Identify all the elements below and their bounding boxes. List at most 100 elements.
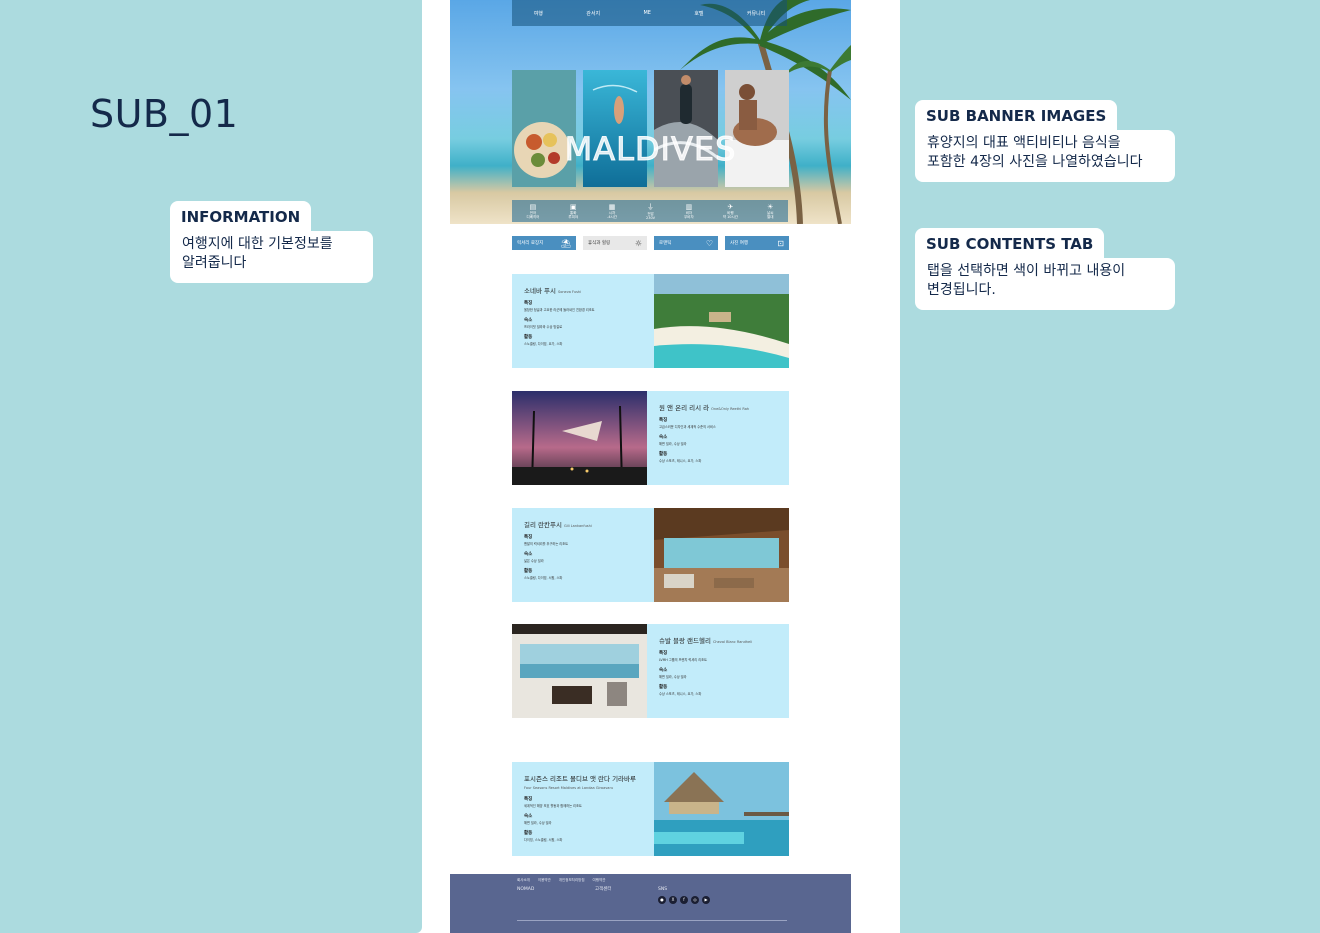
note-title: SUB BANNER IMAGES xyxy=(915,100,1118,130)
tab-label: 휴식과 힐링 xyxy=(588,241,611,246)
card-desc: 고급스러운 디자인과 세계적 수준의 서비스 xyxy=(659,425,716,429)
nav-item[interactable]: 호텔 xyxy=(694,10,703,17)
information-note: INFORMATION 여행지에 대한 기본정보를 알려줍니다 xyxy=(170,201,373,283)
tab-healing[interactable]: 휴식과 힐링 ☼ xyxy=(583,236,647,250)
hero-title: MALDIVES xyxy=(564,130,737,169)
x-icon[interactable]: X xyxy=(669,896,677,905)
card-label: 특징 xyxy=(524,797,533,802)
travel-info-bar: ▤ 언어 디베히어 ▣ 통화 루피야 ▦ 시차 -4시간 ⏚ 전압 230V ▥… xyxy=(512,200,788,222)
plane-icon: ✈ xyxy=(727,202,734,211)
note-title: SUB CONTENTS TAB xyxy=(915,228,1105,258)
footer-social: SNS ● X f ◎ ▶ xyxy=(658,886,710,905)
info-item-voltage: ⏚ 전압 230V xyxy=(646,202,655,220)
tab-label: 럭셔리 료장지 xyxy=(517,241,544,246)
card-desc: 스노클링, 다이빙, 요가, 스파 xyxy=(524,342,563,347)
footer-contact-title: 고객센터 xyxy=(595,887,612,892)
card-desc: LVMH 그룹의 프렌치 럭셔리 리조트 xyxy=(659,658,707,662)
card-label: 활동 xyxy=(524,335,533,341)
info-value: 무비자 xyxy=(684,215,694,219)
card-desc: 넓은 수상 빌라 xyxy=(524,559,544,564)
card-label: 활동 xyxy=(524,569,533,575)
footer-brand: NOMAD xyxy=(517,886,534,895)
info-value: 약 10시간 xyxy=(722,215,738,219)
tab-label: 로맨틱 xyxy=(659,241,672,246)
footer-divider xyxy=(517,920,787,923)
footer-link[interactable]: 회사소개 xyxy=(517,878,530,883)
instagram-icon[interactable]: ◎ xyxy=(691,896,699,905)
resort-photo xyxy=(654,762,789,856)
card-desc: 해변 빌라, 수상 빌라 xyxy=(524,821,552,826)
footer-links: 회사소개 이용약관 개인정보처리방침 여행약관 xyxy=(517,878,605,883)
resort-card[interactable]: 소네바 푸시 Soneva Fushi 특징 울창한 정글과 고요한 라군에 둘러… xyxy=(512,274,789,368)
calendar-icon: ▦ xyxy=(608,202,616,211)
nav-item[interactable]: 여행 xyxy=(534,10,543,17)
card-text: 길리 란칸푸시 Gili Lankanfushi 특징 맨발의 럭셔리를 추구하는… xyxy=(512,508,654,602)
resort-photo xyxy=(654,508,789,602)
tab-romantic[interactable]: 로맨틱 ♡ xyxy=(654,236,718,250)
swimming-photo xyxy=(583,70,647,187)
card-label: 활동 xyxy=(524,831,533,837)
note-body: 휴양지의 대표 액티비티나 음식을 포함한 4장의 사진을 나열하였습니다 xyxy=(915,130,1175,182)
info-item-weather: ☀ 날씨 열대 xyxy=(767,203,773,219)
footer-link[interactable]: 개인정보처리방침 xyxy=(559,878,585,883)
contents-tabs: 럭셔리 료장지 ⛱ 휴식과 힐링 ☼ 로맨틱 ♡ 사진 여행 ⊡ xyxy=(512,236,789,250)
info-item-language: ▤ 언어 디베히어 xyxy=(527,203,540,219)
sun-icon: ☀ xyxy=(767,202,774,211)
footer-brand-name: NOMAD xyxy=(517,887,535,892)
nav-item[interactable]: 관서지 xyxy=(586,10,600,17)
plug-icon: ⏚ xyxy=(647,202,655,211)
page-title: SUB_01 xyxy=(90,92,239,136)
resort-card[interactable]: 슈발 블랑 랜드헬리 Cheval Blanc Randheli 특징 LVMH … xyxy=(512,624,789,718)
card-desc: 프라이빗 빌라와 수상 방갈로 xyxy=(524,325,563,330)
resort-photo xyxy=(512,624,647,718)
card-text: 포시즌스 리조트 몰디브 앳 란다 기라바루 Four Seasons Resor… xyxy=(512,762,654,856)
sun-icon: ☼ xyxy=(634,238,642,248)
info-item-visa: ▥ 비자 무비자 xyxy=(684,203,694,219)
youtube-icon[interactable]: ▶ xyxy=(702,896,710,905)
card-title: 소네바 푸시 Soneva Fushi xyxy=(524,287,582,295)
footer-social-title: SNS xyxy=(658,887,668,892)
resort-photo xyxy=(512,391,647,485)
card-desc: 수상 스포츠, 테니스, 요가, 스파 xyxy=(659,459,702,464)
footer-contact: 고객센터 xyxy=(595,886,612,895)
tab-photo[interactable]: 사진 여행 ⊡ xyxy=(725,236,789,250)
surfing-photo xyxy=(654,70,718,187)
card-title: 원 앤 온리 리시 라 One&Only Reethi Rah xyxy=(659,404,750,412)
card-label: 활동 xyxy=(659,452,668,458)
logo[interactable]: ME xyxy=(643,10,650,16)
facebook-icon[interactable]: f xyxy=(680,896,688,905)
card-label: 특징 xyxy=(524,535,533,540)
footer-link[interactable]: 여행약관 xyxy=(593,878,606,883)
note-title: INFORMATION xyxy=(170,201,312,231)
resort-card[interactable]: 포시즌스 리조트 몰디브 앳 란다 기라바루 Four Seasons Resor… xyxy=(512,762,789,856)
massage-photo xyxy=(725,70,789,187)
card-label: 숙소 xyxy=(524,318,533,324)
passport-icon: ▥ xyxy=(685,202,693,211)
tab-label: 사진 여행 xyxy=(730,241,748,246)
tab-luxury[interactable]: 럭셔리 료장지 ⛱ xyxy=(512,236,576,250)
info-item-currency: ▣ 통화 루피야 xyxy=(568,203,578,219)
footer-link[interactable]: 이용약관 xyxy=(538,878,551,883)
top-nav: 여행 관서지 ME 호텔 커뮤니티 xyxy=(512,0,787,26)
card-desc: 울창한 정글과 고요한 라군에 둘러싸인 친환경 리조트 xyxy=(524,308,595,312)
nav-item[interactable]: 커뮤니티 xyxy=(747,10,765,17)
card-desc: 맨발의 럭셔리를 추구하는 리조트 xyxy=(524,542,569,546)
info-item-time: ▦ 시차 -4시간 xyxy=(607,203,617,219)
info-item-flight: ✈ 비행 약 10시간 xyxy=(723,203,738,219)
card-desc: 수상 스포츠, 테니스, 요가, 스파 xyxy=(659,692,702,697)
info-value: 루피야 xyxy=(568,215,579,219)
camera-icon: ⊡ xyxy=(777,238,784,248)
note-body: 여행지에 대한 기본정보를 알려줍니다 xyxy=(170,231,373,283)
info-value: 디베히어 xyxy=(526,215,540,219)
kakao-icon[interactable]: ● xyxy=(658,896,666,905)
card-text: 원 앤 온리 리시 라 One&Only Reethi Rah 특징 고급스러운 … xyxy=(647,391,789,485)
resort-card[interactable]: 원 앤 온리 리시 라 One&Only Reethi Rah 특징 고급스러운 … xyxy=(512,391,789,485)
heart-icon: ♡ xyxy=(705,238,713,248)
card-desc: 세계적인 해양 보호 활동과 함께하는 리조트 xyxy=(524,804,582,808)
info-value: 열대 xyxy=(766,215,774,219)
resort-card[interactable]: 길리 란칸푸시 Gili Lankanfushi 특징 맨발의 럭셔리를 추구하는… xyxy=(512,508,789,602)
sub-contents-note: SUB CONTENTS TAB 탭을 선택하면 색이 바뀌고 내용이 변경됩니… xyxy=(915,228,1175,310)
card-label: 숙소 xyxy=(524,552,533,558)
card-label: 특징 xyxy=(524,301,533,306)
left-annotation-panel: SUB_01 INFORMATION 여행지에 대한 기본정보를 알려줍니다 xyxy=(0,0,422,933)
